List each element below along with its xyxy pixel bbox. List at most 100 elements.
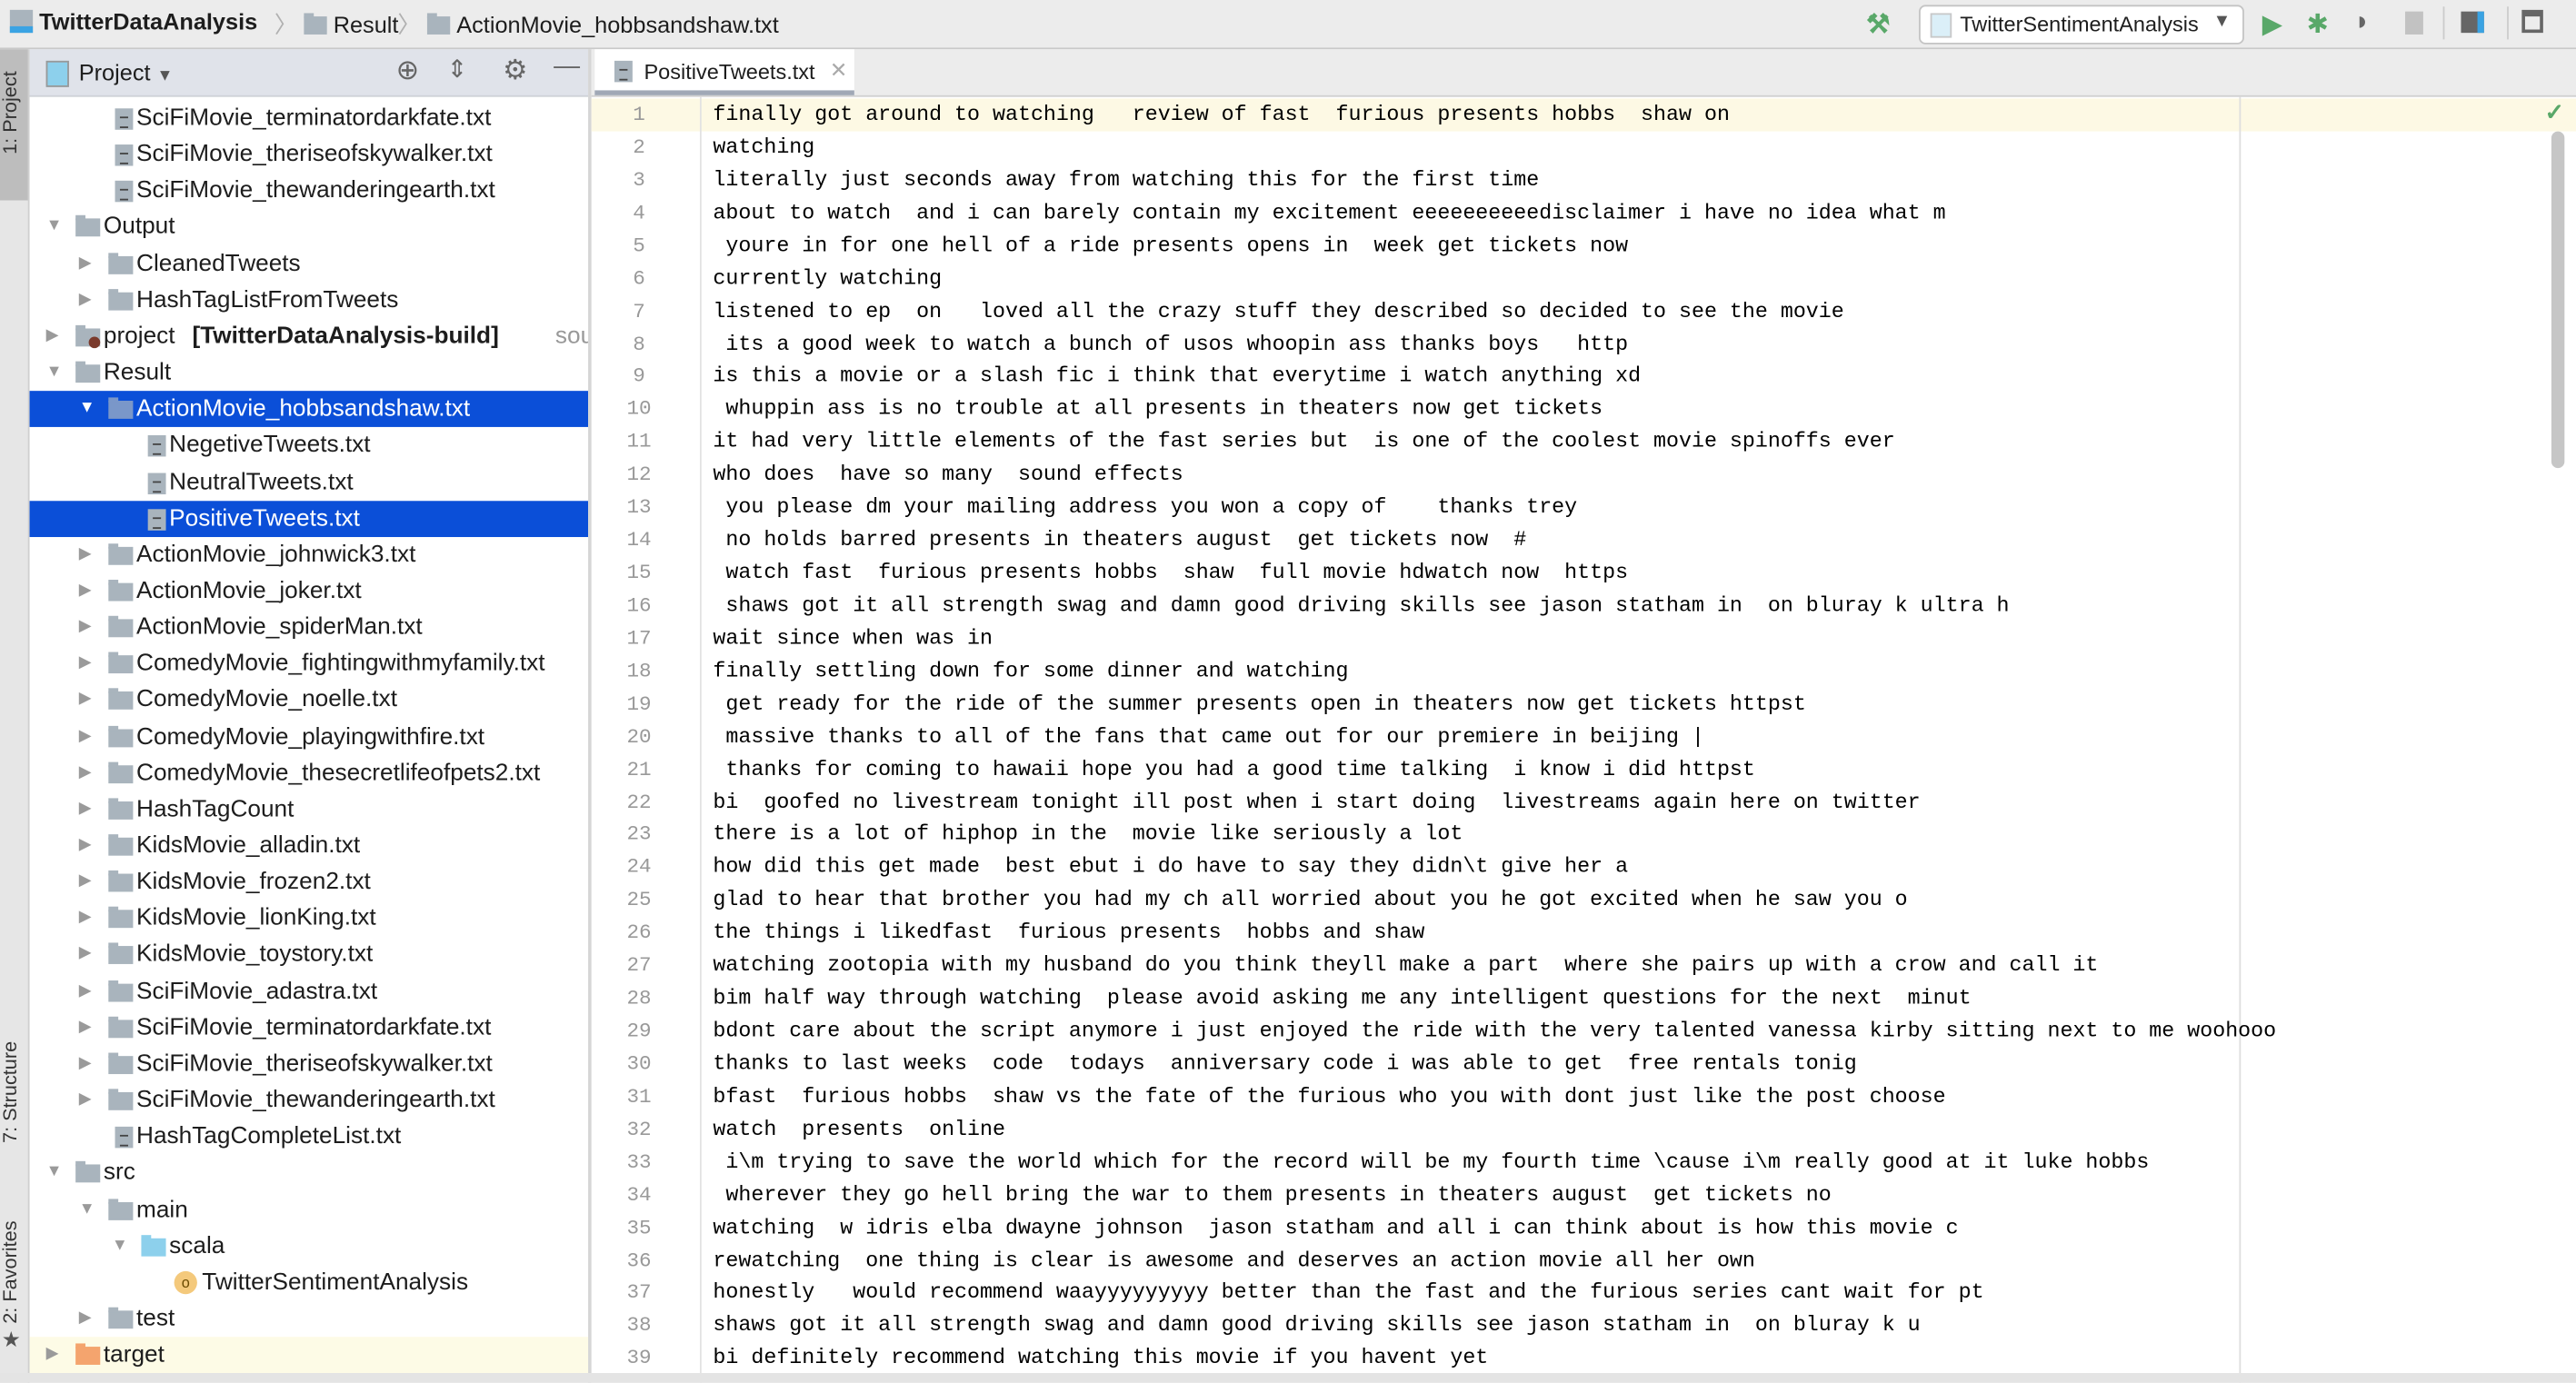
tree-item-label: HashTagCompleteList.txt — [136, 1123, 402, 1150]
tree-item[interactable]: PositiveTweets.txt — [29, 500, 589, 537]
collapsed-arrow-icon[interactable]: ▶ — [79, 791, 92, 828]
side-tab-favorites[interactable]: 2: Favorites ★ — [0, 1209, 28, 1357]
status-strip — [0, 1372, 2576, 1383]
tree-item[interactable]: ▶ ActionMovie_joker.txt — [30, 573, 589, 610]
collapsed-arrow-icon[interactable]: ▶ — [79, 245, 92, 282]
inspection-ok-check-icon[interactable]: ✓ — [2545, 98, 2564, 126]
tree-item[interactable]: ▼ main — [30, 1191, 589, 1228]
tree-item[interactable]: ▶ KidsMovie_frozen2.txt — [30, 864, 589, 900]
project-structure-icon[interactable] — [2461, 11, 2484, 34]
collapsed-arrow-icon[interactable]: ▶ — [79, 573, 92, 610]
hide-panel-icon[interactable]: — — [554, 53, 580, 83]
line-number: 12 — [626, 463, 652, 487]
tree-item[interactable]: ▶ KidsMovie_lionKing.txt — [30, 900, 589, 937]
tree-item[interactable]: ▶ HashTagCount — [30, 791, 589, 828]
tree-item[interactable]: ▶ ActionMovie_johnwick3.txt — [30, 537, 589, 573]
tree-item[interactable]: HashTagCompleteList.txt — [30, 1119, 589, 1155]
expanded-arrow-icon[interactable]: ▼ — [79, 1191, 95, 1228]
run-configuration-select[interactable]: TwitterSentimentAnalysis ▼ — [1919, 5, 2244, 45]
expanded-arrow-icon[interactable]: ▼ — [46, 354, 63, 391]
collapsed-arrow-icon[interactable]: ▶ — [79, 937, 92, 973]
tree-item[interactable]: ▶ CleanedTweets — [30, 245, 589, 282]
stop-icon[interactable] — [2405, 11, 2423, 35]
collapsed-arrow-icon[interactable]: ▶ — [79, 682, 92, 719]
tree-item[interactable]: NegetiveTweets.txt — [30, 428, 589, 464]
gear-icon[interactable]: ⚙ — [503, 55, 528, 87]
tree-item[interactable]: ▶ ActionMovie_spiderMan.txt — [30, 610, 589, 646]
close-icon[interactable]: ✕ — [830, 57, 848, 84]
expanded-arrow-icon[interactable]: ▼ — [112, 1228, 128, 1264]
collapsed-arrow-icon[interactable]: ▶ — [79, 537, 92, 573]
collapsed-arrow-icon[interactable]: ▶ — [79, 755, 92, 791]
collapsed-arrow-icon[interactable]: ▶ — [79, 1300, 92, 1337]
collapsed-arrow-icon[interactable]: ▶ — [79, 282, 92, 318]
folder-icon — [108, 1052, 134, 1074]
collapsed-arrow-icon[interactable]: ▶ — [79, 973, 92, 1010]
tree-item-label: KidsMovie_toystory.txt — [136, 941, 374, 969]
tree-item[interactable]: ▶ KidsMovie_toystory.txt — [30, 937, 589, 973]
project-view-select[interactable]: Project ▼ — [79, 59, 174, 85]
tree-item[interactable]: ▶ SciFiMovie_adastra.txt — [30, 973, 589, 1010]
run-icon[interactable]: ▶ — [2262, 8, 2282, 41]
build-hammer-icon[interactable]: ⚒ — [1866, 8, 1890, 41]
tree-item[interactable]: SciFiMovie_theriseofskywalker.txt — [30, 136, 589, 173]
tree-item[interactable]: ▶ SciFiMovie_terminatordarkfate.txt — [30, 1010, 589, 1046]
collapsed-arrow-icon[interactable]: ▶ — [79, 1010, 92, 1046]
tree-item[interactable]: ▼ ActionMovie_hobbsandshaw.txt — [29, 391, 589, 428]
expanded-arrow-icon[interactable]: ▼ — [79, 392, 95, 428]
debug-bug-icon[interactable]: ✱ — [2307, 8, 2329, 41]
tree-item[interactable]: SciFiMovie_thewanderingearth.txt — [30, 173, 589, 209]
tree-item[interactable]: ▶ KidsMovie_alladin.txt — [30, 828, 589, 864]
collapsed-arrow-icon[interactable]: ▶ — [79, 900, 92, 937]
folder-icon — [108, 252, 134, 274]
expanded-arrow-icon[interactable]: ▼ — [46, 1155, 63, 1191]
collapse-all-icon[interactable]: ⇕ — [447, 55, 468, 84]
tree-item-label: project — [103, 323, 175, 350]
collapsed-arrow-icon[interactable]: ▶ — [79, 1046, 92, 1082]
tree-item[interactable]: SciFiMovie_terminatordarkfate.txt — [30, 100, 589, 136]
tab-positive-tweets[interactable]: PositiveTweets.txt ✕ — [594, 49, 854, 95]
tree-item[interactable]: ▶ HashTagListFromTweets — [30, 282, 589, 318]
tree-item[interactable]: ▶ test — [30, 1300, 589, 1337]
collapsed-arrow-icon[interactable]: ▶ — [79, 828, 92, 864]
text-line: thanks for coming to hawaii hope you had… — [713, 756, 1755, 781]
tree-item-label: src — [103, 1159, 135, 1187]
terminal-window-icon[interactable] — [2521, 9, 2543, 34]
line-number: 4 — [633, 201, 645, 225]
collapsed-arrow-icon[interactable]: ▶ — [79, 719, 92, 755]
editor-scrollbar[interactable] — [2551, 131, 2565, 469]
coverage-icon[interactable]: ◗ — [2354, 8, 2370, 38]
tree-item[interactable]: ▼ Result — [30, 354, 589, 391]
tree-item[interactable]: ▶ target — [29, 1337, 589, 1374]
tree-item[interactable]: o TwitterSentimentAnalysis — [30, 1264, 589, 1300]
collapsed-arrow-icon[interactable]: ▶ — [79, 864, 92, 900]
collapsed-arrow-icon[interactable]: ▶ — [46, 1337, 59, 1373]
tree-item[interactable]: ▼ Output — [30, 209, 589, 245]
collapsed-arrow-icon[interactable]: ▶ — [79, 646, 92, 682]
editor-text-area[interactable]: finally got around to watching review of… — [702, 97, 2576, 1383]
tree-item[interactable]: ▶ ComedyMovie_thesecretlifeofpets2.txt — [30, 755, 589, 791]
tree-item[interactable]: NeutralTweets.txt — [30, 464, 589, 501]
folder-icon — [108, 397, 134, 420]
tree-item-label: KidsMovie_frozen2.txt — [136, 869, 371, 896]
side-tab-structure[interactable]: 7: Structure — [0, 1031, 28, 1179]
breadcrumb-folder[interactable]: 〉 Result — [268, 8, 399, 41]
tree-item[interactable]: ▼ src — [30, 1155, 589, 1191]
tree-item[interactable]: ▶ project [TwitterDataAnalysis-build] sour — [30, 318, 588, 354]
tree-item[interactable]: ▼ scala — [30, 1228, 589, 1264]
tree-item[interactable]: ▶ ComedyMovie_noelle.txt — [30, 682, 589, 719]
tree-item[interactable]: ▶ SciFiMovie_thewanderingearth.txt — [30, 1082, 589, 1119]
tree-item[interactable]: ▶ SciFiMovie_theriseofskywalker.txt — [30, 1046, 589, 1082]
tree-item[interactable]: ▶ ComedyMovie_playingwithfire.txt — [30, 719, 589, 755]
tree-item[interactable]: ▶ ComedyMovie_fightingwithmyfamily.txt — [30, 646, 589, 682]
text-line: it had very little elements of the fast … — [713, 429, 1895, 454]
collapsed-arrow-icon[interactable]: ▶ — [46, 318, 59, 354]
expanded-arrow-icon[interactable]: ▼ — [46, 209, 63, 245]
breadcrumb-file[interactable]: 〉 ActionMovie_hobbsandshaw.txt — [391, 8, 778, 41]
collapsed-arrow-icon[interactable]: ▶ — [79, 610, 92, 646]
locate-crosshair-icon[interactable]: ⊕ — [396, 55, 420, 87]
folder-icon — [108, 1089, 134, 1110]
side-tab-project[interactable]: 1: Project — [0, 49, 28, 201]
collapsed-arrow-icon[interactable]: ▶ — [79, 1082, 92, 1119]
breadcrumb-project[interactable]: TwitterDataAnalysis — [9, 8, 257, 35]
